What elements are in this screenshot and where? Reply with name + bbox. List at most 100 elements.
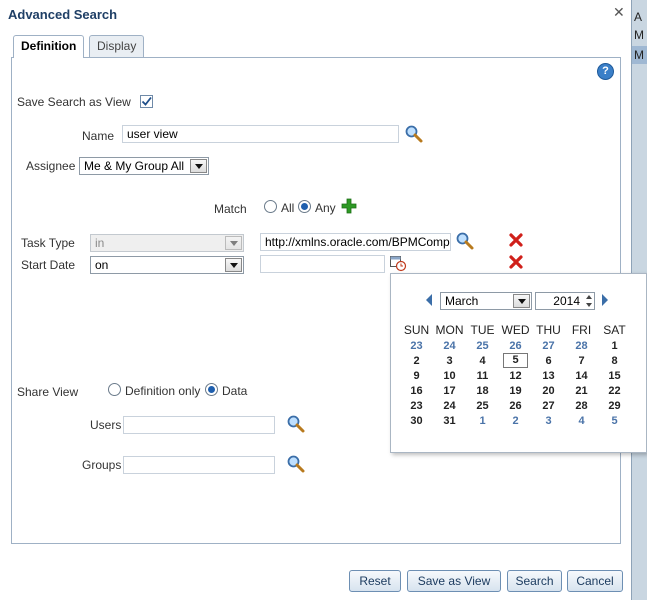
assignee-label: Assignee [26,159,76,173]
reset-button[interactable]: Reset [349,570,401,592]
delete-icon[interactable] [508,232,524,248]
share-definition-only-radio[interactable] [108,383,121,396]
calendar-day[interactable]: 25 [466,338,499,353]
dialog-title: Advanced Search [8,7,118,22]
month-value: March [445,294,479,308]
calendar-day[interactable]: 28 [565,338,598,353]
calendar-day[interactable]: 27 [532,398,565,413]
chevron-down-icon[interactable] [190,159,207,173]
groups-label: Groups [82,458,122,472]
calendar-day-selected[interactable]: 5 [499,353,532,368]
calendar-grid: SUN MON TUE WED THU FRI SAT 23 24 25 26 … [400,321,631,428]
calendar-day[interactable]: 25 [466,398,499,413]
calendar-day[interactable]: 5 [598,413,631,428]
task-type-input[interactable]: http://xmlns.oracle.com/BPMComp [260,233,451,251]
add-icon[interactable] [341,198,357,214]
match-all-label: All [281,201,295,215]
next-month-icon[interactable] [600,293,610,307]
previous-month-icon[interactable] [424,293,434,307]
start-date-operator-select[interactable]: on [90,256,244,274]
calendar-day[interactable]: 29 [598,398,631,413]
calendar-day[interactable]: 1 [598,338,631,353]
calendar-day[interactable]: 26 [499,398,532,413]
assignee-select[interactable]: Me & My Group All [79,157,209,175]
calendar-day[interactable]: 7 [565,353,598,368]
share-data-radio[interactable] [205,383,218,396]
calendar-day[interactable]: 8 [598,353,631,368]
weekday-header: SUN [403,322,430,337]
calendar-day[interactable]: 11 [466,368,499,383]
calendar-day[interactable]: 3 [433,353,466,368]
share-definition-only-label: Definition only [125,384,201,398]
match-all-radio[interactable] [264,200,277,213]
calendar-day[interactable]: 30 [400,413,433,428]
delete-icon[interactable] [508,254,524,270]
name-label: Name [82,129,115,143]
calendar-day[interactable]: 2 [400,353,433,368]
calendar-day[interactable]: 23 [400,338,433,353]
match-any-label: Any [315,201,336,215]
calendar-day[interactable]: 21 [565,383,598,398]
help-icon[interactable]: ? [597,63,614,80]
task-type-label: Task Type [21,236,75,250]
calendar-day[interactable]: 17 [433,383,466,398]
calendar-day[interactable]: 4 [565,413,598,428]
search-icon[interactable] [286,414,306,434]
calendar-day[interactable]: 23 [400,398,433,413]
calendar-day[interactable]: 2 [499,413,532,428]
cancel-button[interactable]: Cancel [567,570,623,592]
share-view-label: Share View [17,385,79,399]
calendar-day[interactable]: 16 [400,383,433,398]
users-input[interactable] [123,416,275,434]
search-icon[interactable] [455,231,475,251]
search-icon[interactable] [404,124,424,144]
weekday-header: THU [536,322,561,337]
task-type-operator-select: in [90,234,244,252]
calendar-day[interactable]: 24 [433,398,466,413]
task-type-operator-value: in [95,236,105,250]
calendar-day[interactable]: 10 [433,368,466,383]
save-as-view-button[interactable]: Save as View [407,570,501,592]
weekday-header: SAT [603,322,626,337]
selected-day-label: 5 [503,353,528,368]
calendar-day[interactable]: 22 [598,383,631,398]
calendar-day[interactable]: 4 [466,353,499,368]
date-picker-popup: March 2014 SUN MON TUE WED THU FRI SAT 2… [390,273,647,453]
tab-display[interactable]: Display [89,35,145,57]
month-select[interactable]: March [440,292,532,310]
close-icon[interactable]: ✕ [613,4,625,21]
calendar-day[interactable]: 28 [565,398,598,413]
share-data-label: Data [222,384,248,398]
start-date-input[interactable] [260,255,385,273]
calendar-day[interactable]: 1 [466,413,499,428]
calendar-day[interactable]: 3 [532,413,565,428]
calendar-day[interactable]: 26 [499,338,532,353]
background-row: M [634,28,644,42]
weekday-header: MON [435,322,464,337]
calendar-day[interactable]: 13 [532,368,565,383]
groups-input[interactable] [123,456,275,474]
calendar-day[interactable]: 19 [499,383,532,398]
year-spinner-icon[interactable] [584,292,594,310]
calendar-day[interactable]: 9 [400,368,433,383]
calendar-day[interactable]: 6 [532,353,565,368]
calendar-day[interactable]: 24 [433,338,466,353]
calendar-day[interactable]: 18 [466,383,499,398]
chevron-down-icon[interactable] [225,258,242,272]
calendar-day[interactable]: 15 [598,368,631,383]
save-as-view-label: Save Search as View [17,95,131,109]
calendar-day[interactable]: 27 [532,338,565,353]
calendar-icon[interactable] [389,254,407,272]
search-button[interactable]: Search [507,570,562,592]
search-icon[interactable] [286,454,306,474]
calendar-day[interactable]: 14 [565,368,598,383]
match-any-radio[interactable] [298,200,311,213]
tab-definition[interactable]: Definition [13,35,85,58]
name-input[interactable]: user view [122,125,399,143]
chevron-down-icon[interactable] [513,294,530,308]
calendar-day[interactable]: 12 [499,368,532,383]
calendar-day[interactable]: 20 [532,383,565,398]
calendar-day[interactable]: 31 [433,413,466,428]
assignee-value: Me & My Group All [84,159,185,173]
save-as-view-checkbox[interactable] [140,95,153,108]
